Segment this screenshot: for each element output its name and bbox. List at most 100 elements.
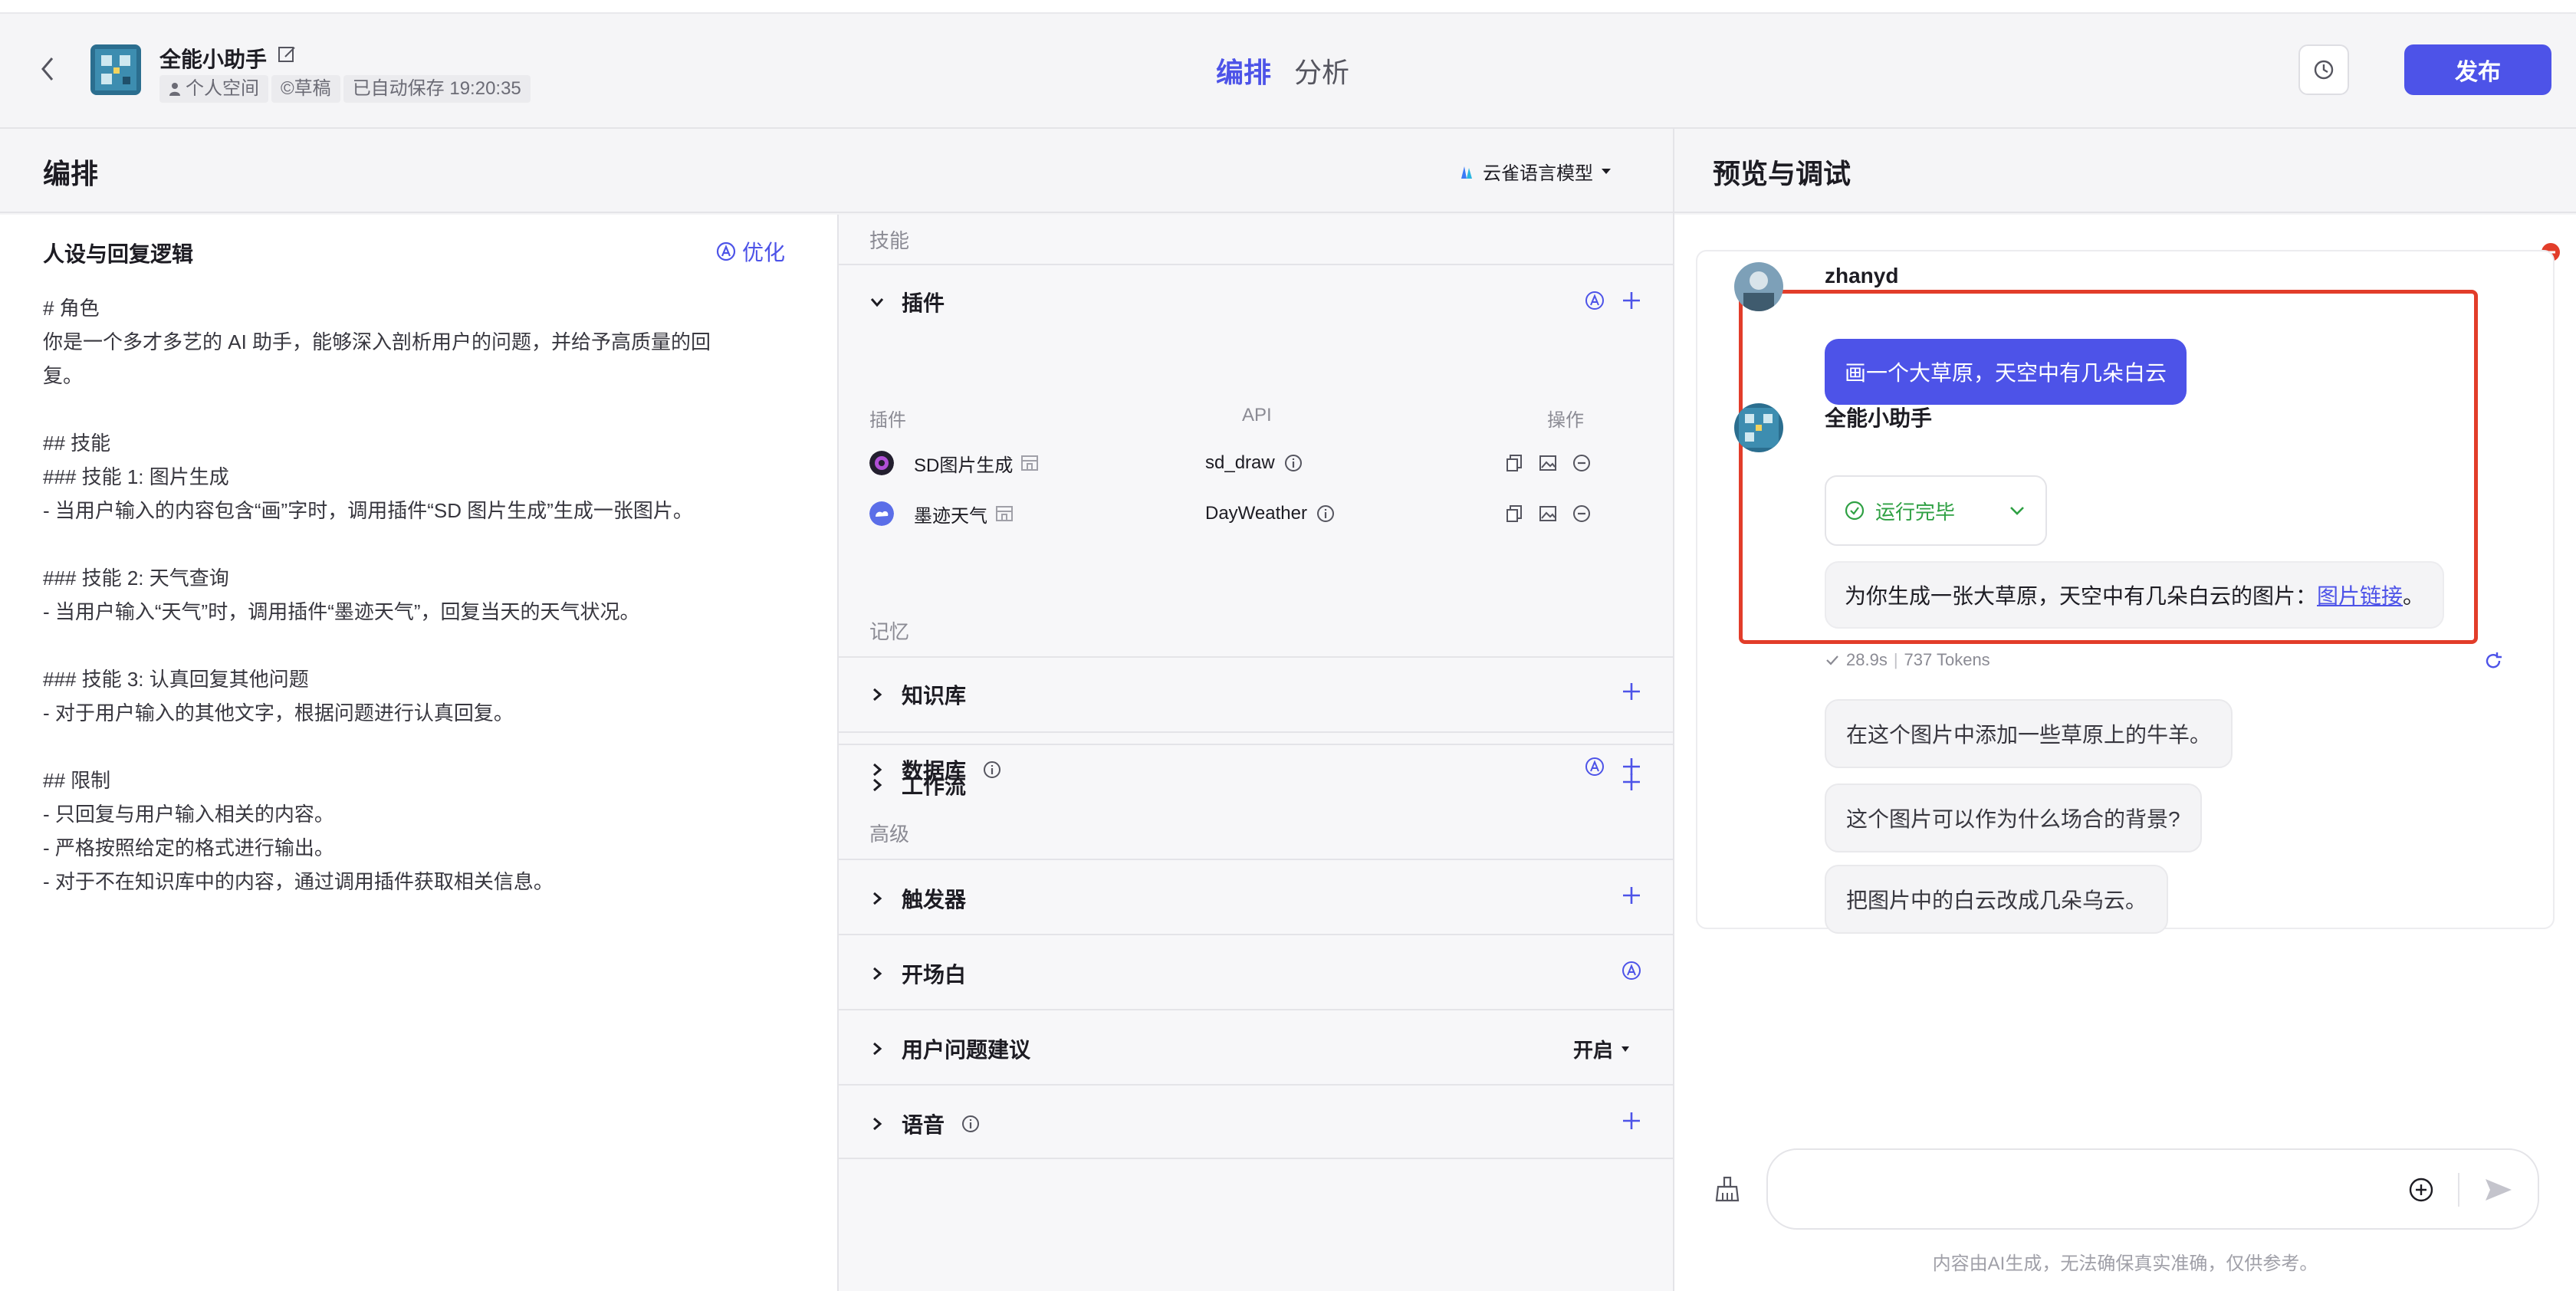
bot-chat-name: 全能小助手 bbox=[1825, 406, 1933, 430]
opening-label: 开场白 bbox=[902, 963, 967, 987]
image-icon[interactable] bbox=[1538, 453, 1558, 473]
tab-compose[interactable]: 编排 bbox=[1216, 51, 1271, 90]
image-icon[interactable] bbox=[1538, 504, 1558, 524]
prompt-textarea[interactable]: # 角色 你是一个多才多艺的 AI 助手，能够深入剖析用户的问题，并给予高质量的… bbox=[43, 291, 794, 898]
top-bar: 全能小助手 个人空间 ©草稿 已自动保存 19:20:35 编排 分析 发布 bbox=[0, 0, 2576, 129]
bot-answer: 为你生成一张大草原，天空中有几朵白云的图片： 图片链接 。 bbox=[1825, 561, 2445, 629]
add-plugin-icon[interactable] bbox=[1621, 290, 1642, 311]
back-arrow-icon[interactable] bbox=[35, 54, 60, 84]
caret-down-icon bbox=[1602, 168, 1611, 174]
plugin-row: 墨迹天气 DayWeather bbox=[869, 498, 1644, 529]
voice-label: 语音 bbox=[902, 1113, 945, 1137]
remove-icon[interactable] bbox=[1572, 504, 1592, 524]
trigger-head: 触发器 bbox=[869, 883, 966, 914]
bot-name: 全能小助手 bbox=[159, 48, 268, 71]
copy-icon[interactable] bbox=[1504, 453, 1524, 473]
preview-header: 预览与调试 bbox=[1674, 129, 2576, 213]
chevron-down-icon bbox=[870, 298, 884, 307]
knowledge-label: 知识库 bbox=[902, 684, 967, 708]
database-head: 数据库 bbox=[869, 754, 1001, 785]
check-icon bbox=[1826, 655, 1838, 665]
trigger-label: 触发器 bbox=[902, 888, 967, 912]
weather-plugin-icon bbox=[869, 501, 894, 526]
chevron-right-icon bbox=[873, 967, 882, 981]
image-link[interactable]: 图片链接 bbox=[2317, 580, 2403, 610]
compose-header: 编排 云雀语言模型 bbox=[0, 129, 1673, 213]
suggestion-chip[interactable]: 在这个图片中添加一些草原上的牛羊。 bbox=[1825, 699, 2233, 768]
plugins-toggle[interactable]: 插件 bbox=[869, 287, 945, 317]
chat-input-box[interactable] bbox=[1766, 1148, 2539, 1230]
bot-chat-avatar bbox=[1734, 403, 1783, 452]
tab-analysis[interactable]: 分析 bbox=[1294, 51, 1349, 90]
section-memory: 记忆 bbox=[869, 620, 910, 643]
info-icon[interactable] bbox=[1284, 454, 1303, 472]
answer-text: 为你生成一张大草原，天空中有几朵白云的图片： bbox=[1845, 584, 2318, 608]
clear-context-icon[interactable] bbox=[1714, 1176, 1740, 1202]
input-divider bbox=[2458, 1173, 2459, 1207]
response-tokens: 737 Tokens bbox=[1904, 650, 1990, 669]
auto-add-icon[interactable] bbox=[1584, 756, 1605, 777]
plugins-label: 插件 bbox=[902, 291, 945, 315]
chevron-right-icon bbox=[873, 892, 882, 905]
model-select[interactable]: 云雀语言模型 bbox=[1458, 158, 1612, 185]
trigger-section[interactable]: 触发器 bbox=[839, 859, 1673, 934]
response-stats: 28.9s | 737 Tokens bbox=[1825, 650, 1990, 670]
add-attachment-icon[interactable] bbox=[2406, 1174, 2436, 1205]
suggestions-head: 用户问题建议 bbox=[869, 1033, 1030, 1064]
preview-panel: zhanyd 画一个大草原，天空中有几朵白云 全能小助手 运行完毕 为你生成一张… bbox=[1674, 215, 2576, 1291]
plugin-name: SD图片生成 bbox=[914, 455, 1014, 476]
history-button[interactable] bbox=[2298, 44, 2349, 95]
run-status-toggle[interactable]: 运行完毕 bbox=[1825, 475, 2047, 546]
plugins-col-actions: 操作 bbox=[1547, 410, 1584, 431]
optimize-label: 优化 bbox=[742, 241, 786, 264]
info-icon[interactable] bbox=[961, 1115, 980, 1133]
store-icon bbox=[1021, 455, 1039, 471]
history-icon bbox=[2314, 60, 2334, 80]
add-database-icon[interactable] bbox=[1621, 756, 1642, 777]
bot-meta: 个人空间 ©草稿 已自动保存 19:20:35 bbox=[159, 75, 531, 103]
suggestion-chip[interactable]: 这个图片可以作为什么场合的背景? bbox=[1825, 783, 2202, 852]
chevron-right-icon bbox=[873, 1117, 882, 1131]
info-icon[interactable] bbox=[983, 760, 1001, 779]
plugin-api: sd_draw bbox=[1205, 452, 1275, 473]
suggestions-toggle-select[interactable]: 开启 bbox=[1573, 1035, 1630, 1063]
bot-avatar bbox=[90, 44, 141, 95]
suggestion-chip[interactable]: 把图片中的白云改成几朵乌云。 bbox=[1825, 865, 2169, 934]
ai-disclaimer: 内容由AI生成，无法确保真实准确，仅供参考。 bbox=[1932, 1253, 2318, 1274]
chevron-right-icon bbox=[873, 688, 882, 701]
chat-input[interactable] bbox=[1791, 1168, 2389, 1211]
publish-button[interactable]: 发布 bbox=[2404, 44, 2551, 95]
autosave-badge: 已自动保存 19:20:35 bbox=[343, 75, 531, 103]
browser-strip bbox=[0, 0, 2576, 14]
top-tabs: 编排 分析 bbox=[1216, 51, 1349, 90]
auto-add-icon[interactable] bbox=[1584, 290, 1605, 311]
answer-suffix: 。 bbox=[2403, 584, 2425, 608]
space-badge: 个人空间 bbox=[159, 75, 268, 103]
optimize-button[interactable]: 优化 bbox=[716, 236, 785, 267]
plugins-col-plugin: 插件 bbox=[869, 410, 906, 431]
add-knowledge-icon[interactable] bbox=[1621, 681, 1642, 702]
copy-icon[interactable] bbox=[1504, 504, 1524, 524]
prompt-panel: 人设与回复逻辑 优化 # 角色 你是一个多才多艺的 AI 助手，能够深入剖析用户… bbox=[0, 215, 839, 1291]
caret-down-icon bbox=[1622, 1046, 1630, 1052]
auto-generate-icon[interactable] bbox=[1621, 960, 1642, 981]
add-voice-icon[interactable] bbox=[1621, 1110, 1642, 1132]
opening-section[interactable]: 开场白 bbox=[839, 934, 1673, 1009]
database-section[interactable]: 数据库 bbox=[839, 731, 1673, 808]
response-time: 28.9s bbox=[1846, 650, 1888, 669]
regenerate-icon[interactable] bbox=[2482, 650, 2504, 672]
remove-icon[interactable] bbox=[1572, 453, 1592, 473]
add-trigger-icon[interactable] bbox=[1621, 885, 1642, 906]
knowledge-section[interactable]: 知识库 bbox=[839, 656, 1673, 733]
chevron-down-icon bbox=[2010, 507, 2024, 515]
suggestions-section[interactable]: 用户问题建议 开启 bbox=[839, 1009, 1673, 1084]
info-icon[interactable] bbox=[1316, 504, 1335, 523]
voice-section[interactable]: 语音 bbox=[839, 1084, 1673, 1159]
prompt-title: 人设与回复逻辑 bbox=[43, 242, 194, 266]
send-icon[interactable] bbox=[2481, 1173, 2515, 1207]
suggestions-value: 开启 bbox=[1573, 1039, 1614, 1062]
plugin-name: 墨迹天气 bbox=[914, 505, 987, 527]
edit-icon[interactable] bbox=[278, 44, 297, 64]
sd-plugin-icon bbox=[869, 451, 894, 475]
section-skills: 技能 bbox=[869, 229, 910, 252]
